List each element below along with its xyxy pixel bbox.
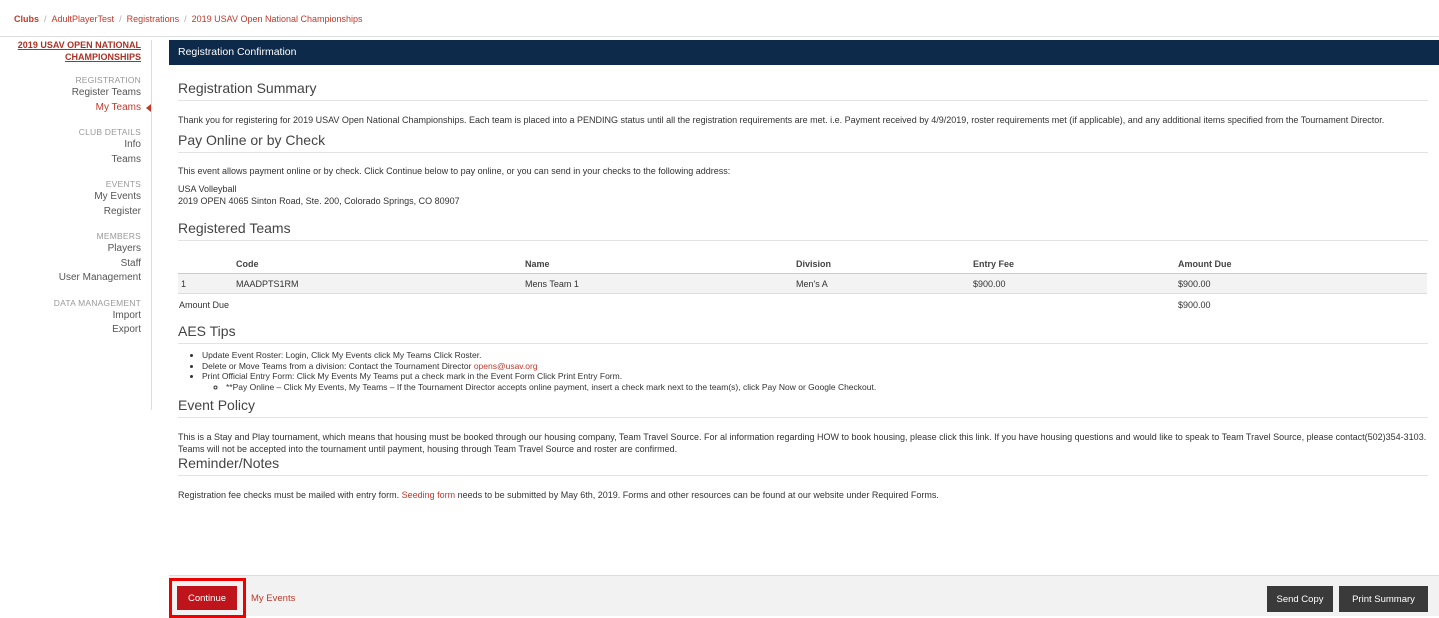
sidebar-item-players[interactable]: Players bbox=[0, 242, 141, 257]
address-line1: USA Volleyball bbox=[178, 184, 237, 194]
pay-heading: Pay Online or by Check bbox=[178, 132, 1428, 153]
my-events-link[interactable]: My Events bbox=[251, 593, 295, 604]
address-line2: 2019 OPEN 4065 Sinton Road, Ste. 200, Co… bbox=[178, 195, 460, 206]
sidebar-item-my-events[interactable]: My Events bbox=[0, 190, 141, 205]
sidebar-section-events: EVENTS bbox=[105, 179, 141, 189]
sidebar-item-export[interactable]: Export bbox=[0, 323, 141, 338]
breadcrumb-clubs[interactable]: Clubs bbox=[14, 14, 39, 24]
sidebar-item-info[interactable]: Info bbox=[0, 138, 141, 153]
tip-item: Print Official Entry Form: Click My Even… bbox=[202, 371, 1428, 392]
continue-button[interactable]: Continue bbox=[177, 586, 237, 610]
reminder-text: Registration fee checks must be mailed w… bbox=[178, 490, 939, 500]
sidebar-item-import[interactable]: Import bbox=[0, 309, 141, 324]
sidebar-section-registration: REGISTRATION bbox=[75, 75, 141, 85]
sidebar-section-data-management: DATA MANAGEMENT bbox=[53, 297, 141, 308]
sidebar-nav: 2019 USAV OPEN NATIONAL CHAMPIONSHIPS RE… bbox=[0, 40, 151, 338]
sidebar-item-register[interactable]: Register bbox=[0, 205, 141, 220]
col-division: Division bbox=[795, 255, 972, 274]
row-name: Mens Team 1 bbox=[524, 273, 795, 294]
total-row: Amount Due $900.00 bbox=[178, 294, 1427, 316]
breadcrumb-club[interactable]: AdultPlayerTest bbox=[52, 14, 115, 24]
col-amount-due: Amount Due bbox=[1177, 255, 1427, 274]
reminder-heading: Reminder/Notes bbox=[178, 455, 1428, 476]
tip-item: Delete or Move Teams from a division: Co… bbox=[202, 361, 1428, 372]
sidebar-section-club-details: CLUB DETAILS bbox=[78, 127, 141, 137]
tip-item: Update Event Roster: Login, Click My Eve… bbox=[202, 350, 1428, 361]
footer-actions: Continue My Events Send Copy Print Summa… bbox=[169, 575, 1439, 618]
policy-text: This is a Stay and Play tournament, whic… bbox=[178, 432, 1427, 454]
row-index: 1 bbox=[178, 273, 235, 294]
tournament-director-email-link[interactable]: opens@usav.org bbox=[474, 361, 538, 371]
summary-text: Thank you for registering for 2019 USAV … bbox=[178, 115, 1385, 125]
row-division: Men's A bbox=[795, 273, 972, 294]
policy-heading: Event Policy bbox=[178, 397, 1428, 418]
sidebar-item-user-management[interactable]: User Management bbox=[0, 271, 141, 286]
sidebar-item-staff[interactable]: Staff bbox=[0, 257, 141, 272]
table-row: 1 MAADPTS1RM Mens Team 1 Men's A $900.00… bbox=[178, 273, 1427, 294]
breadcrumb: Clubs / AdultPlayerTest / Registrations/2019… bbox=[0, 0, 1439, 37]
breadcrumb-event[interactable]: 2019 USAV Open National Championships bbox=[192, 14, 363, 24]
row-fee: $900.00 bbox=[972, 273, 1177, 294]
col-entry-fee: Entry Fee bbox=[972, 255, 1177, 274]
sidebar-divider bbox=[151, 40, 152, 410]
panel-body: Registration Summary Thank you for regis… bbox=[169, 80, 1439, 502]
pay-text: This event allows payment online or by c… bbox=[178, 165, 731, 176]
teams-heading: Registered Teams bbox=[178, 220, 1428, 241]
sidebar-item-teams[interactable]: Teams bbox=[0, 153, 141, 168]
col-code: Code bbox=[235, 255, 524, 274]
main-panel: Registration Confirmation Registration S… bbox=[169, 40, 1439, 502]
row-due: $900.00 bbox=[1177, 273, 1427, 294]
total-value: $900.00 bbox=[1178, 299, 1211, 310]
breadcrumb-registrations[interactable]: Registrations bbox=[127, 14, 180, 24]
sidebar-event-title[interactable]: 2019 USAV OPEN NATIONAL CHAMPIONSHIPS bbox=[11, 40, 141, 63]
tips-heading: AES Tips bbox=[178, 323, 1428, 344]
total-label: Amount Due bbox=[179, 299, 230, 310]
send-copy-button[interactable]: Send Copy bbox=[1267, 586, 1333, 612]
panel-header: Registration Confirmation bbox=[169, 40, 1439, 65]
sidebar-item-my-teams[interactable]: My Teams bbox=[0, 101, 151, 116]
sidebar-section-members: MEMBERS bbox=[96, 231, 141, 241]
print-summary-button[interactable]: Print Summary bbox=[1339, 586, 1428, 612]
tip-subitem: **Pay Online – Click My Events, My Teams… bbox=[226, 382, 1428, 393]
sidebar-item-register-teams[interactable]: Register Teams bbox=[0, 86, 141, 101]
col-name: Name bbox=[524, 255, 795, 274]
registered-teams-table: Code Name Division Entry Fee Amount Due … bbox=[178, 255, 1427, 315]
summary-heading: Registration Summary bbox=[178, 80, 1428, 101]
seeding-form-link[interactable]: Seeding form bbox=[402, 490, 456, 500]
tips-list: Update Event Roster: Login, Click My Eve… bbox=[178, 350, 1428, 392]
row-code: MAADPTS1RM bbox=[235, 273, 524, 294]
